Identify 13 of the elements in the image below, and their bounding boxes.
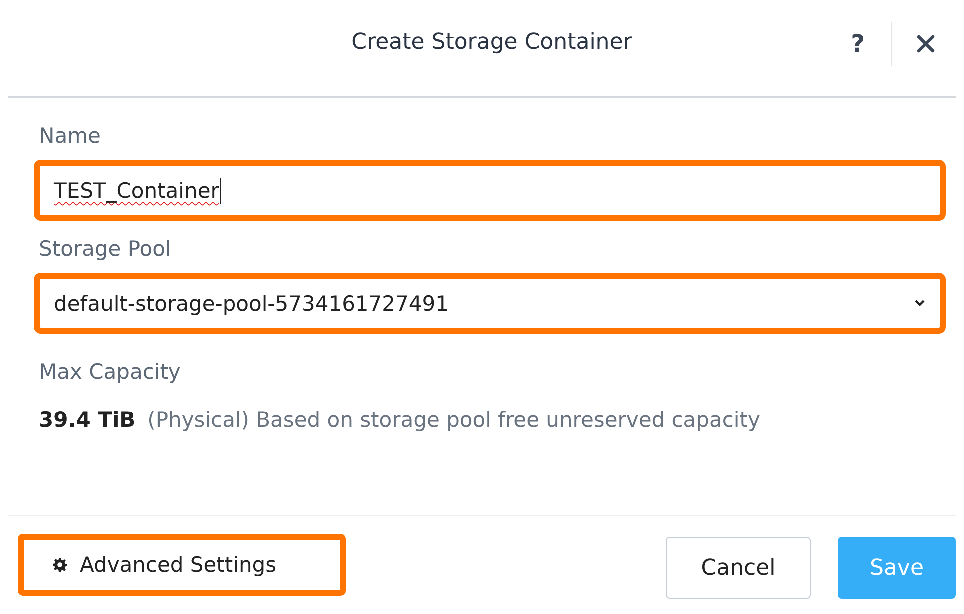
chevron-down-icon [914, 299, 926, 307]
help-button[interactable]: ? [845, 30, 871, 58]
dialog-title: Create Storage Container [352, 30, 632, 54]
capacity-note: (Physical) Based on storage pool free unreserved capacity [148, 408, 760, 432]
field-label: Name [39, 124, 102, 148]
gear-icon [52, 557, 68, 573]
advanced-settings-button[interactable]: Advanced Settings [18, 534, 346, 596]
capacity-value: 39.4 TiB [39, 408, 136, 432]
dropdown-field[interactable]: default-storage-pool-5734161727491 [34, 273, 946, 334]
field-label: Max Capacity [39, 360, 182, 384]
input-field[interactable]: TEST_Container [34, 160, 946, 221]
cancel-button[interactable]: Cancel [666, 537, 811, 599]
field-label: Storage Pool [39, 237, 172, 261]
